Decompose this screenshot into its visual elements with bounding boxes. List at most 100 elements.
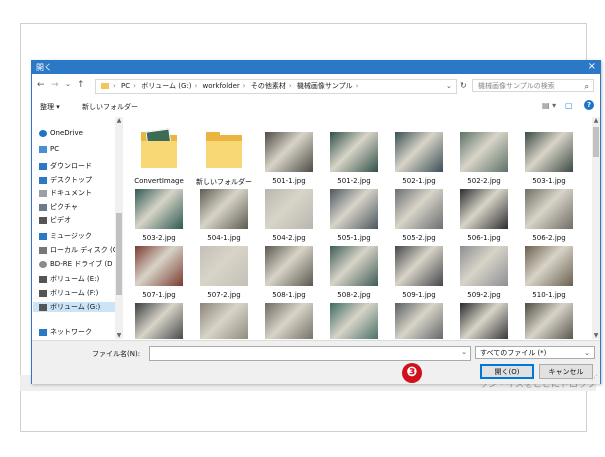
dialog-title: 開く bbox=[36, 63, 52, 72]
breadcrumb-volume-g[interactable]: ボリューム (G:) bbox=[141, 82, 191, 90]
command-bar: 整理 ▾ 新しいフォルダー ▤ ▾ ▢ ? bbox=[32, 99, 600, 115]
preview-pane-icon[interactable]: ▢ bbox=[565, 101, 573, 110]
image-thumbnail bbox=[135, 246, 183, 286]
sidebar-item[interactable]: ピクチャ bbox=[39, 202, 78, 212]
new-folder-button[interactable]: 新しいフォルダー bbox=[82, 102, 138, 112]
scroll-down-arrow-icon[interactable]: ▼ bbox=[115, 332, 123, 339]
image-file-item[interactable] bbox=[325, 303, 383, 339]
image-file-item[interactable]: 509-2.jpg bbox=[455, 246, 513, 304]
open-button[interactable]: 開く(O) bbox=[480, 364, 534, 379]
image-file-item[interactable]: 501-2.jpg bbox=[325, 132, 383, 190]
view-options-icon[interactable]: ▤ ▾ bbox=[542, 101, 556, 110]
image-file-item[interactable]: 507-1.jpg bbox=[130, 246, 188, 304]
image-file-item[interactable]: 508-2.jpg bbox=[325, 246, 383, 304]
open-file-dialog: 開く × ← → ⌄ ↑ › PC › ボリューム (G:) › workfolde… bbox=[31, 60, 601, 384]
file-type-select[interactable]: すべてのファイル (*) ⌄ bbox=[475, 346, 595, 359]
image-file-item[interactable] bbox=[130, 303, 188, 339]
image-thumbnail bbox=[395, 303, 443, 339]
image-file-item[interactable] bbox=[195, 303, 253, 339]
picture-icon bbox=[39, 203, 47, 211]
image-file-item[interactable] bbox=[455, 303, 513, 339]
back-arrow-icon[interactable]: ← bbox=[37, 80, 45, 90]
sidebar-item[interactable]: ビデオ bbox=[39, 215, 71, 225]
image-file-item[interactable]: 505-1.jpg bbox=[325, 189, 383, 247]
image-thumbnail bbox=[265, 246, 313, 286]
image-file-item[interactable]: 502-1.jpg bbox=[390, 132, 448, 190]
organize-button[interactable]: 整理 ▾ bbox=[40, 102, 60, 112]
folder-icon bbox=[141, 128, 177, 168]
image-thumbnail bbox=[525, 303, 573, 339]
image-file-item[interactable]: 510-1.jpg bbox=[520, 246, 578, 304]
image-file-item[interactable] bbox=[520, 303, 578, 339]
folder-item[interactable]: ConvertImage bbox=[130, 128, 188, 190]
image-file-item[interactable] bbox=[390, 303, 448, 339]
image-file-item[interactable]: 502-2.jpg bbox=[455, 132, 513, 190]
breadcrumb-other-materials[interactable]: その他素材 bbox=[251, 82, 286, 90]
navigation-scrollbar[interactable]: ▲ ▼ bbox=[115, 117, 123, 339]
file-name-label: 510-1.jpg bbox=[532, 291, 566, 299]
image-file-item[interactable]: 501-1.jpg bbox=[260, 132, 318, 190]
file-name-label: 503-2.jpg bbox=[142, 234, 176, 242]
step-number-badge: ❸ bbox=[402, 363, 422, 383]
breadcrumb-machine-images[interactable]: 機械画像サンプル bbox=[297, 82, 353, 90]
chevron-down-icon[interactable]: ⌄ bbox=[584, 347, 590, 360]
scroll-thumb[interactable] bbox=[593, 127, 599, 157]
recent-locations-icon[interactable]: ⌄ bbox=[65, 80, 71, 88]
sidebar-item[interactable]: BD-RE ドライブ (D bbox=[39, 259, 113, 269]
folder-item[interactable]: 新しいフォルダー bbox=[195, 132, 253, 190]
image-file-item[interactable]: 505-2.jpg bbox=[390, 189, 448, 247]
filename-input[interactable] bbox=[150, 354, 474, 367]
help-icon[interactable]: ? bbox=[584, 100, 594, 110]
dialog-footer: ファイル名(N): ⌄ すべてのファイル (*) ⌄ 開く(O) キャンセル ⋰ bbox=[32, 340, 600, 384]
image-file-item[interactable]: 507-2.jpg bbox=[195, 246, 253, 304]
file-list-scrollbar[interactable]: ▲ ▼ bbox=[592, 117, 600, 339]
file-name-label: 507-2.jpg bbox=[207, 291, 241, 299]
sidebar-item[interactable]: デスクトップ bbox=[39, 175, 92, 185]
sidebar-item[interactable]: ローカル ディスク (C bbox=[39, 245, 118, 255]
sidebar-item[interactable]: ダウンロード bbox=[39, 161, 92, 171]
sidebar-item[interactable]: PC bbox=[39, 145, 59, 153]
cancel-button[interactable]: キャンセル bbox=[539, 364, 593, 379]
image-thumbnail bbox=[330, 246, 378, 286]
sidebar-item[interactable]: ミュージック bbox=[39, 231, 92, 241]
sidebar-item[interactable]: ネットワーク bbox=[39, 327, 92, 337]
sidebar-item[interactable]: OneDrive bbox=[39, 129, 83, 137]
scroll-thumb[interactable] bbox=[116, 213, 122, 295]
refresh-icon[interactable]: ↻ bbox=[460, 81, 467, 90]
up-arrow-icon[interactable]: ↑ bbox=[77, 80, 85, 90]
image-file-item[interactable]: 508-1.jpg bbox=[260, 246, 318, 304]
search-input[interactable]: 機械画像サンプルの検索 ⌕ bbox=[472, 79, 594, 92]
breadcrumb[interactable]: › PC › ボリューム (G:) › workfolder › その他素材 › 機械画… bbox=[95, 79, 457, 94]
scroll-up-arrow-icon[interactable]: ▲ bbox=[115, 117, 123, 124]
scroll-up-arrow-icon[interactable]: ▲ bbox=[592, 117, 600, 124]
resize-grip-icon[interactable]: ⋰ bbox=[591, 374, 598, 382]
file-name-label: 506-1.jpg bbox=[467, 234, 501, 242]
image-thumbnail bbox=[395, 246, 443, 286]
file-list: ConvertImage 新しいフォルダー 501-1.jpg 501-2.jpg 50… bbox=[130, 117, 592, 339]
image-file-item[interactable]: 503-1.jpg bbox=[520, 132, 578, 190]
image-file-item[interactable]: 504-2.jpg bbox=[260, 189, 318, 247]
scroll-down-arrow-icon[interactable]: ▼ bbox=[592, 332, 600, 339]
close-icon[interactable]: × bbox=[588, 61, 596, 73]
file-name-label: 502-2.jpg bbox=[467, 177, 501, 185]
image-file-item[interactable]: 503-2.jpg bbox=[130, 189, 188, 247]
sidebar-item[interactable]: ドキュメント bbox=[39, 188, 92, 198]
filename-field[interactable]: ⌄ bbox=[149, 346, 474, 367]
breadcrumb-workfolder[interactable]: workfolder bbox=[203, 82, 240, 90]
search-icon[interactable]: ⌕ bbox=[585, 80, 589, 93]
image-file-item[interactable]: 504-1.jpg bbox=[195, 189, 253, 247]
chevron-down-icon[interactable]: ⌄ bbox=[446, 82, 452, 90]
image-file-item[interactable]: 506-1.jpg bbox=[455, 189, 513, 247]
sidebar-item[interactable]: ボリューム (G:) bbox=[33, 302, 122, 312]
sidebar-item[interactable]: ボリューム (E:) bbox=[39, 274, 99, 284]
image-file-item[interactable]: 506-2.jpg bbox=[520, 189, 578, 247]
sidebar-item[interactable]: ボリューム (F:) bbox=[39, 288, 98, 298]
image-file-item[interactable]: 509-1.jpg bbox=[390, 246, 448, 304]
computer-icon bbox=[39, 145, 47, 153]
sidebar-item-label: ボリューム (G:) bbox=[50, 303, 101, 311]
breadcrumb-pc[interactable]: PC bbox=[121, 82, 130, 90]
forward-arrow-icon[interactable]: → bbox=[51, 80, 59, 90]
image-thumbnail bbox=[265, 132, 313, 172]
image-file-item[interactable] bbox=[260, 303, 318, 339]
chevron-down-icon[interactable]: ⌄ bbox=[461, 348, 467, 356]
